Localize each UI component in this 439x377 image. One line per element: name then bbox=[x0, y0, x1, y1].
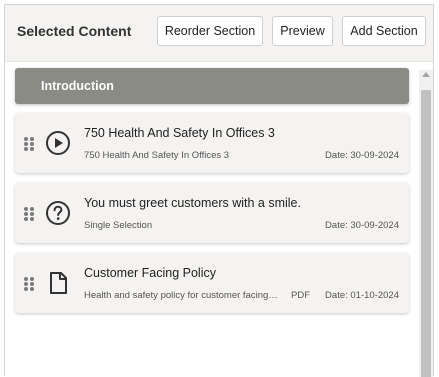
panel-header: Selected Content Reorder Section Preview… bbox=[5, 5, 433, 62]
content-item[interactable]: 750 Health And Safety In Offices 3 750 H… bbox=[15, 113, 409, 173]
item-title: Customer Facing Policy bbox=[84, 266, 216, 280]
content-list: Introduction 750 Health And Safety In Of… bbox=[5, 62, 433, 377]
item-kind: PDF bbox=[291, 290, 310, 301]
item-date: Date: 30-09-2024 bbox=[325, 150, 399, 161]
content-item[interactable]: Customer Facing Policy Health and safety… bbox=[15, 253, 409, 313]
document-icon bbox=[50, 272, 67, 294]
item-title: 750 Health And Safety In Offices 3 bbox=[84, 126, 275, 140]
preview-button[interactable]: Preview bbox=[272, 16, 333, 46]
scrollbar-thumb[interactable] bbox=[421, 90, 431, 377]
item-subtitle: 750 Health And Safety In Offices 3 bbox=[84, 150, 230, 161]
section-title: Introduction bbox=[41, 79, 114, 93]
item-date: Date: 30-09-2024 bbox=[325, 220, 399, 231]
section-header-introduction[interactable]: Introduction bbox=[15, 68, 409, 104]
item-subtitle: Health and safety policy for customer fa… bbox=[84, 290, 278, 301]
reorder-section-button[interactable]: Reorder Section bbox=[157, 16, 263, 46]
add-section-button[interactable]: Add Section bbox=[342, 16, 426, 46]
content-item[interactable]: You must greet customers with a smile. S… bbox=[15, 183, 409, 243]
scroll-up-arrow-icon[interactable] bbox=[422, 72, 430, 77]
drag-handle-icon[interactable] bbox=[24, 277, 34, 291]
item-title: You must greet customers with a smile. bbox=[84, 196, 301, 210]
question-circle-icon bbox=[46, 201, 70, 225]
item-subtitle: Single Selection bbox=[84, 220, 153, 231]
drag-handle-icon[interactable] bbox=[24, 137, 34, 151]
play-circle-icon bbox=[46, 131, 70, 155]
drag-handle-icon[interactable] bbox=[24, 207, 34, 221]
selected-content-panel: Selected Content Reorder Section Preview… bbox=[4, 4, 434, 377]
vertical-scrollbar[interactable] bbox=[419, 70, 433, 377]
panel-title: Selected Content bbox=[17, 23, 132, 39]
item-date: Date: 01-10-2024 bbox=[325, 290, 399, 301]
